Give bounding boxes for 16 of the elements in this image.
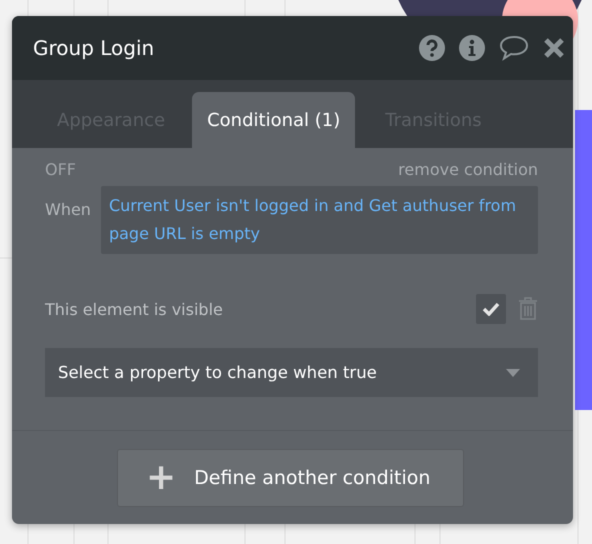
help-icon[interactable] xyxy=(419,35,445,61)
remove-condition-link[interactable]: remove condition xyxy=(398,160,538,179)
caret-icon xyxy=(506,368,520,376)
info-icon[interactable] xyxy=(459,35,485,61)
panel-title: Group Login xyxy=(33,36,156,60)
define-condition-button[interactable]: + Define another condition xyxy=(117,449,464,507)
checkbox[interactable] xyxy=(476,294,506,324)
condition-expression[interactable]: Current User isn't logged in and Get authuser from page URL is empty xyxy=(100,186,538,254)
comment-icon[interactable] xyxy=(499,35,529,61)
tab[interactable]: Conditional (1) xyxy=(192,92,356,148)
property-label: This element is visible xyxy=(45,300,224,318)
checkmark-icon xyxy=(482,302,500,316)
property-select[interactable]: Select a property to change when true xyxy=(45,348,538,397)
close-icon[interactable] xyxy=(543,37,565,59)
when-label: When xyxy=(45,199,91,219)
condition-status: OFF xyxy=(45,160,76,179)
